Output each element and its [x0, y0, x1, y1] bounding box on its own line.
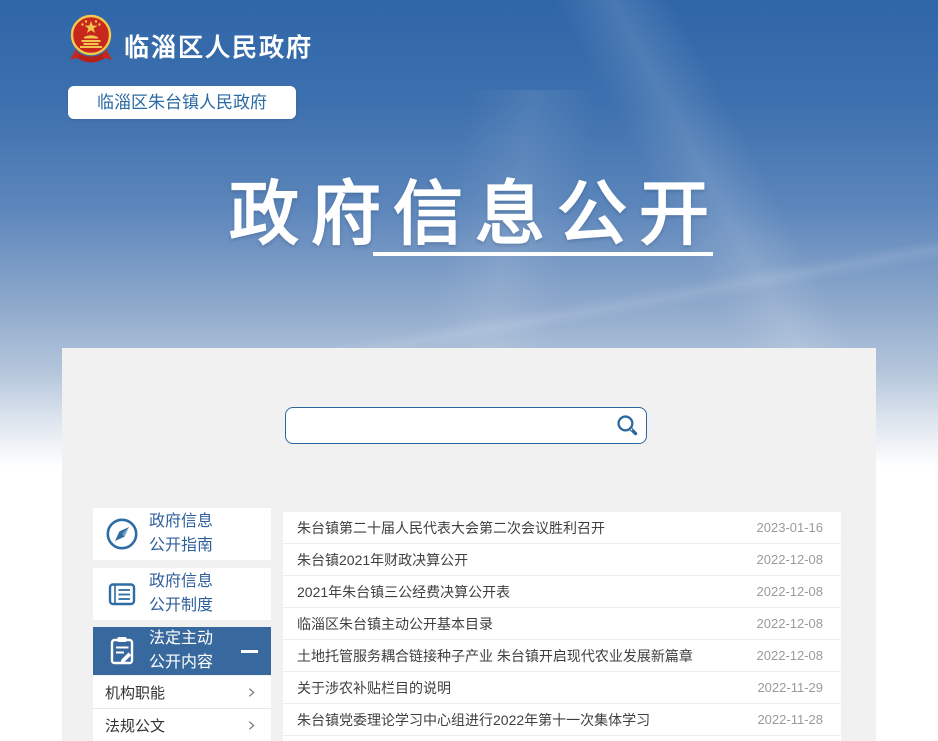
sidebar-item-open-guide[interactable]: 政府信息 公开指南 — [93, 508, 271, 560]
news-item-date: 2022-11-28 — [757, 712, 823, 727]
submenu-label: 法规公文 — [105, 715, 165, 736]
compass-icon — [104, 516, 140, 552]
sidebar-subitem-org-functions[interactable]: 机构职能 — [93, 676, 271, 709]
sidebar-item-label: 政府信息 公开指南 — [149, 510, 213, 558]
sidebar-subitem-regulations[interactable]: 法规公文 — [93, 709, 271, 741]
news-item-title: 土地托管服务耦合链接种子产业 朱台镇开启现代农业发展新篇章 — [297, 646, 745, 666]
national-emblem-logo — [66, 13, 116, 69]
news-item[interactable]: 朱台镇第二十届人民代表大会第二次会议胜利召开 2023-01-16 — [283, 512, 841, 544]
sidebar: 政府信息 公开指南 政府信息 公开制度 — [93, 508, 271, 741]
news-item[interactable]: 2021年朱台镇三公经费决算公开表 2022-12-08 — [283, 576, 841, 608]
sidebar-item-statutory-content[interactable]: 法定主动 公开内容 — [93, 627, 271, 675]
news-item[interactable]: 关于涉农补贴栏目的说明 2022-11-29 — [283, 672, 841, 704]
town-gov-button[interactable]: 临淄区朱台镇人民政府 — [68, 86, 296, 119]
site-title: 临淄区人民政府 — [124, 28, 313, 64]
news-item-title: 临淄区朱台镇主动公开基本目录 — [297, 614, 745, 634]
clipboard-pencil-icon — [104, 633, 140, 669]
news-item[interactable]: 朱台镇党委理论学习中心组进行2022年第十一次集体学习 2022-11-28 — [283, 704, 841, 736]
page-title: 政府信息公开 — [0, 158, 938, 259]
news-item[interactable]: 土地托管服务耦合链接种子产业 朱台镇开启现代农业发展新篇章 2022-12-08 — [283, 640, 841, 672]
news-item-title: 朱台镇第二十届人民代表大会第二次会议胜利召开 — [297, 518, 745, 538]
sidebar-item-label: 政府信息 公开制度 — [149, 570, 213, 618]
search-bar — [285, 407, 647, 444]
news-item-date: 2022-11-29 — [757, 680, 823, 695]
page: 临淄区人民政府 临淄区朱台镇人民政府 政府信息公开 — [0, 0, 938, 741]
news-item[interactable]: 临淄区朱台镇主动公开基本目录 2022-12-08 — [283, 608, 841, 640]
news-item-title: 朱台镇党委理论学习中心组进行2022年第十一次集体学习 — [297, 710, 745, 730]
submenu-label: 机构职能 — [105, 682, 165, 703]
news-list: 朱台镇第二十届人民代表大会第二次会议胜利召开 2023-01-16 朱台镇202… — [283, 512, 841, 741]
minus-icon — [241, 650, 258, 653]
sidebar-item-open-system[interactable]: 政府信息 公开制度 — [93, 568, 271, 620]
news-item-date: 2022-12-08 — [757, 648, 824, 663]
news-item-title: 朱台镇2021年财政决算公开 — [297, 550, 745, 570]
news-item-date: 2022-12-08 — [757, 552, 824, 567]
search-button[interactable] — [612, 411, 642, 440]
news-item[interactable]: 朱台镇2021年财政决算公开 2022-12-08 — [283, 544, 841, 576]
news-item-title: 2021年朱台镇三公经费决算公开表 — [297, 582, 745, 602]
notebook-icon — [104, 576, 140, 612]
title-underline — [373, 252, 713, 256]
news-item-title: 关于涉农补贴栏目的说明 — [297, 678, 745, 698]
chevron-right-icon — [245, 686, 258, 699]
chevron-right-icon — [245, 719, 258, 732]
search-input[interactable] — [285, 407, 647, 444]
content-panel: 政府信息 公开指南 政府信息 公开制度 — [62, 348, 876, 741]
search-icon — [614, 413, 640, 438]
news-item-date: 2023-01-16 — [757, 520, 824, 535]
sidebar-item-label: 法定主动 公开内容 — [149, 627, 213, 675]
news-item-date: 2022-12-08 — [757, 584, 824, 599]
news-item-date: 2022-12-08 — [757, 616, 824, 631]
